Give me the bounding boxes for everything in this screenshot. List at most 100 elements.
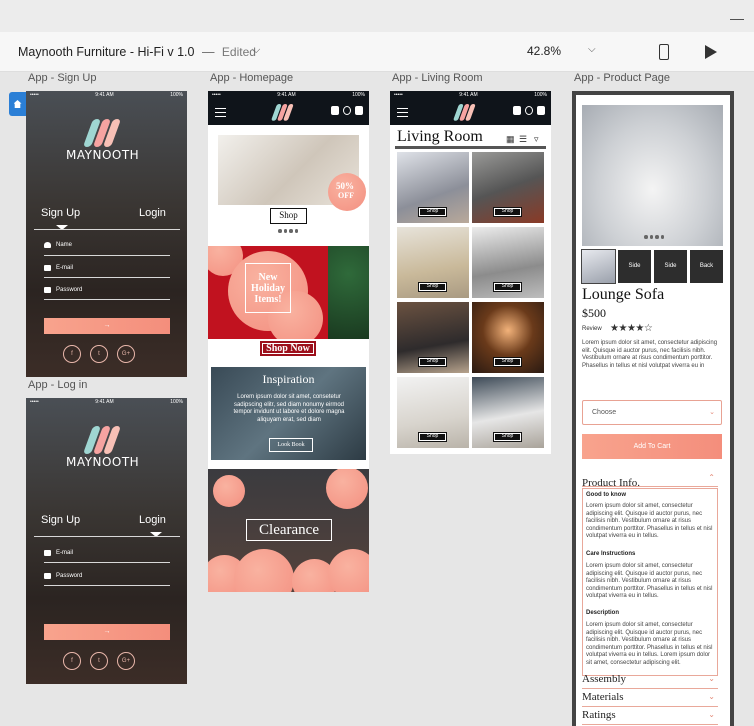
clearance-label[interactable]: Clearance <box>246 519 332 541</box>
document-title[interactable]: Maynooth Furniture - Hi-Fi v 1.0 — Edite… <box>18 45 256 59</box>
product-tile[interactable]: Shop <box>397 302 469 373</box>
tab-login[interactable]: Login <box>139 514 166 526</box>
tile-shop-button[interactable]: Shop <box>493 207 522 217</box>
product-tile[interactable]: Shop <box>397 377 469 448</box>
phone-preview-icon[interactable] <box>659 44 669 60</box>
product-tile[interactable]: Shop <box>472 302 544 373</box>
shop-button[interactable]: Shop <box>270 208 307 224</box>
user-icon[interactable] <box>331 106 339 115</box>
nav-bar: ••••• 9:41 AM 100% <box>208 91 369 125</box>
password-field[interactable]: Password <box>44 287 82 293</box>
home-icon[interactable] <box>9 92 26 116</box>
section-title: Description <box>586 610 620 616</box>
login-submit-button[interactable]: → <box>44 624 170 640</box>
minimize-button[interactable]: — <box>730 10 744 26</box>
image-carousel-dots[interactable] <box>644 235 664 239</box>
artboard-label-signup[interactable]: App - Sign Up <box>28 72 96 84</box>
play-icon[interactable] <box>705 45 717 59</box>
section-title: Care Instructions <box>586 551 636 557</box>
brand-logo[interactable] <box>452 104 476 121</box>
product-tile[interactable]: Shop <box>397 227 469 298</box>
product-hero-image[interactable] <box>582 105 723 246</box>
shop-now-button[interactable]: Shop Now <box>260 341 316 356</box>
thumbnail-front[interactable] <box>581 249 616 284</box>
product-tile[interactable]: Shop <box>472 227 544 298</box>
chevron-down-icon[interactable]: ⌵ <box>252 44 260 57</box>
tile-shop-button[interactable]: Shop <box>418 207 447 217</box>
discount-off: OFF <box>338 191 354 200</box>
product-tile[interactable]: Shop <box>397 152 469 223</box>
bag-icon[interactable] <box>355 106 363 115</box>
inspiration-card[interactable]: Inspiration Lorem ipsum dolor sit amet, … <box>211 367 366 460</box>
facebook-icon[interactable]: f <box>63 345 81 363</box>
brand-logo[interactable] <box>270 104 294 121</box>
lock-icon <box>44 573 51 579</box>
chevron-down-icon[interactable]: ⌵ <box>588 44 596 55</box>
tab-signup[interactable]: Sign Up <box>41 514 80 526</box>
search-icon[interactable] <box>525 106 533 115</box>
tile-shop-button[interactable]: Shop <box>418 282 447 292</box>
product-info-header[interactable]: Product Info. ⌃ <box>582 473 718 489</box>
thumbnail-back[interactable]: Back <box>690 250 723 283</box>
nav-actions <box>513 106 545 115</box>
product-tile[interactable]: Shop <box>472 377 544 448</box>
carousel-dots[interactable] <box>278 229 298 233</box>
tab-signup[interactable]: Sign Up <box>41 207 80 219</box>
filter-icon[interactable]: ▿ <box>534 134 539 145</box>
thumbnail-side-2[interactable]: Side <box>654 250 687 283</box>
google-plus-icon[interactable]: G+ <box>117 652 135 670</box>
star-filled-icon[interactable]: ★ <box>635 323 644 334</box>
menu-icon[interactable] <box>215 108 226 117</box>
carrier: ••••• <box>394 92 403 98</box>
add-to-cart-button[interactable]: Add To Cart <box>582 434 722 459</box>
tile-shop-button[interactable]: Shop <box>493 357 522 367</box>
tile-shop-button[interactable]: Shop <box>418 357 447 367</box>
lock-icon <box>44 287 51 293</box>
clearance-banner[interactable]: Clearance <box>208 469 369 592</box>
look-book-button[interactable]: Look Book <box>269 438 313 452</box>
status-bar: ••••• 9:41 AM 100% <box>26 91 187 100</box>
artboard-label-product[interactable]: App - Product Page <box>574 72 670 84</box>
tile-shop-button[interactable]: Shop <box>493 432 522 442</box>
artboard-label-login[interactable]: App - Log in <box>28 379 87 391</box>
menu-icon[interactable] <box>397 108 408 117</box>
facebook-icon[interactable]: f <box>63 652 81 670</box>
twitter-icon[interactable]: t <box>90 652 108 670</box>
star-filled-icon[interactable]: ★ <box>618 323 627 334</box>
tab-login[interactable]: Login <box>139 207 166 219</box>
user-icon[interactable] <box>513 106 521 115</box>
artboard-login[interactable]: ••••• 9:41 AM 100% MAYNOOTH Sign Up Logi… <box>26 398 187 684</box>
password-field[interactable]: Password <box>44 573 82 579</box>
list-view-icon[interactable]: ☰ <box>519 134 527 145</box>
signup-submit-button[interactable]: → <box>44 318 170 334</box>
tile-shop-button[interactable]: Shop <box>493 282 522 292</box>
artboard-signup[interactable]: ••••• 9:41 AM 100% MAYNOOTH Sign Up Logi… <box>26 91 187 377</box>
accordion-ratings[interactable]: Ratings ⌄ <box>582 709 718 725</box>
promo-image[interactable]: 50% OFF <box>218 135 366 211</box>
email-field[interactable]: E-mail <box>44 550 73 556</box>
accordion-materials[interactable]: Materials ⌄ <box>582 691 718 707</box>
name-field[interactable]: Name <box>44 242 72 248</box>
carrier: ••••• <box>30 399 39 405</box>
accordion-assembly[interactable]: Assembly ⌄ <box>582 673 718 689</box>
variant-select[interactable]: Choose ⌄ <box>582 400 722 425</box>
artboard-label-homepage[interactable]: App - Homepage <box>210 72 293 84</box>
bag-icon[interactable] <box>537 106 545 115</box>
star-empty-icon[interactable]: ☆ <box>644 323 653 334</box>
email-field[interactable]: E-mail <box>44 265 73 271</box>
twitter-icon[interactable]: t <box>90 345 108 363</box>
search-icon[interactable] <box>343 106 351 115</box>
artboard-homepage[interactable]: ••••• 9:41 AM 100% 50% OFF Shop New Holi… <box>208 91 369 592</box>
zoom-level[interactable]: 42.8% <box>527 44 561 58</box>
rating-stars[interactable]: ★★★★☆ <box>610 323 653 334</box>
google-plus-icon[interactable]: G+ <box>117 345 135 363</box>
artboard-label-living-room[interactable]: App - Living Room <box>392 72 483 84</box>
product-tile[interactable]: Shop <box>472 152 544 223</box>
accordion-label: Materials <box>582 691 624 703</box>
holiday-banner[interactable]: New Holiday Items! <box>208 246 369 339</box>
artboard-product[interactable]: Side Side Back Lounge Sofa $500 Review ★… <box>572 91 734 726</box>
thumbnail-side[interactable]: Side <box>618 250 651 283</box>
artboard-living-room[interactable]: ••••• 9:41 AM 100% Living Room ▦ ☰ ▿ Sho… <box>390 91 551 454</box>
tile-shop-button[interactable]: Shop <box>418 432 447 442</box>
grid-view-icon[interactable]: ▦ <box>506 134 515 145</box>
